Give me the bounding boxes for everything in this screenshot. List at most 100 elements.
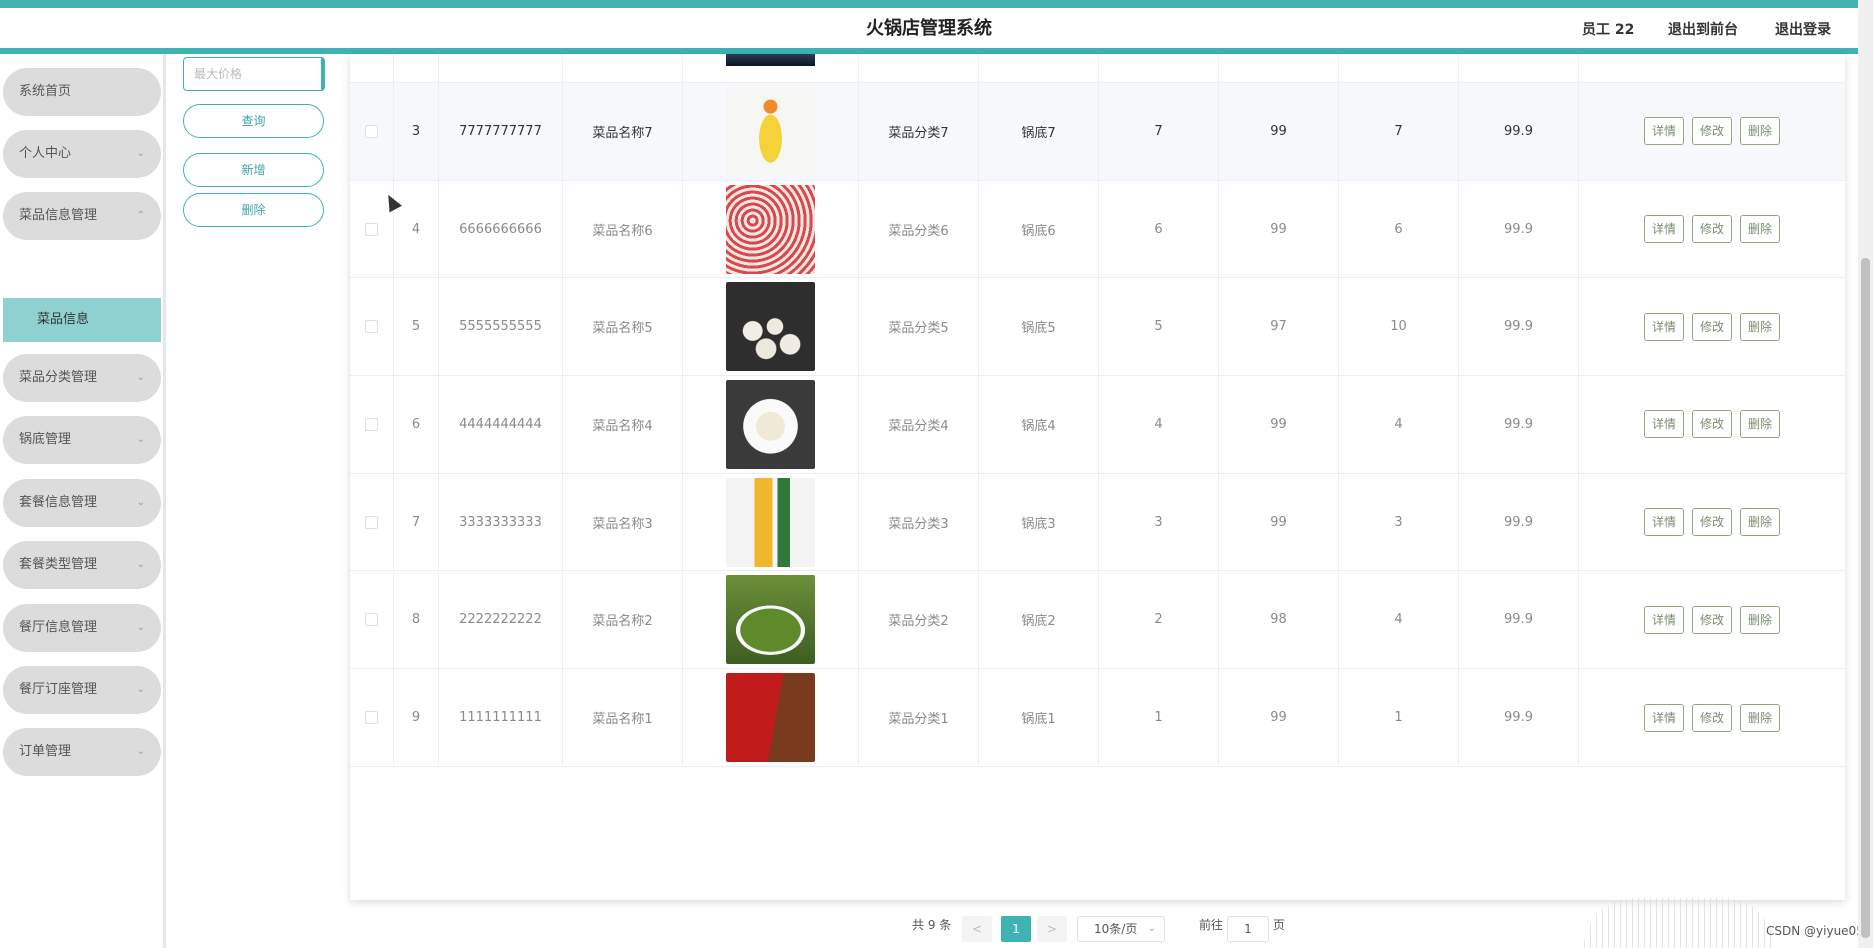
actions-cell: 详情 修改 删除 bbox=[1579, 572, 1845, 669]
cell-pot: 锅底4 bbox=[979, 376, 1099, 473]
chevron-icon: ⌄ bbox=[136, 684, 145, 695]
delete-button[interactable]: 删除 bbox=[1740, 410, 1781, 439]
cell-c3: 1 bbox=[1339, 669, 1459, 766]
cell-c1: 2 bbox=[1099, 571, 1219, 669]
delete-button[interactable]: 删除 bbox=[1740, 215, 1781, 244]
sidebar-item-3[interactable]: 菜品分类管理 ⌄ bbox=[3, 354, 161, 402]
row-checkbox[interactable] bbox=[365, 222, 378, 236]
delete-button[interactable]: 删除 bbox=[1740, 605, 1781, 634]
sidebar: 系统首页 个人中心 ⌄ 菜品信息管理 ⌃ 菜品分类管理 ⌄ 锅底管理 ⌄ 套餐信息管理 ⌄ 套餐类型管… bbox=[0, 54, 166, 948]
actions-cell: 详情 修改 删除 bbox=[1579, 83, 1845, 180]
cell-pot: 锅底2 bbox=[979, 571, 1099, 669]
cell-code: 7777777777 bbox=[439, 83, 563, 180]
cell-c1: 4 bbox=[1099, 376, 1219, 473]
edit-button[interactable]: 修改 bbox=[1691, 215, 1732, 244]
image-cell bbox=[683, 376, 859, 473]
cell-c3: 10 bbox=[1339, 278, 1459, 376]
app-header: 火锅店管理系统 员工 22 退出到前台 退出登录 bbox=[0, 8, 1858, 48]
cell-name: 菜品名称5 bbox=[563, 278, 683, 376]
sidebar-item-7[interactable]: 餐厅信息管理 ⌄ bbox=[3, 604, 161, 652]
sidebar-item-2[interactable]: 菜品信息管理 ⌃ bbox=[3, 192, 161, 240]
cell-code: 6666666666 bbox=[439, 180, 563, 278]
cell-c3: 7 bbox=[1339, 83, 1459, 180]
dish-image bbox=[726, 86, 815, 176]
delete-button[interactable]: 删除 bbox=[1740, 117, 1781, 146]
add-button[interactable]: 新增 bbox=[183, 153, 324, 187]
row-checkbox[interactable] bbox=[365, 320, 378, 334]
cell-category: 菜品分类2 bbox=[859, 571, 979, 669]
detail-button[interactable]: 详情 bbox=[1643, 703, 1684, 732]
edit-button[interactable]: 修改 bbox=[1691, 703, 1732, 732]
detail-button[interactable]: 详情 bbox=[1643, 410, 1684, 439]
sidebar-item-4[interactable]: 锅底管理 ⌄ bbox=[3, 416, 161, 464]
edit-button[interactable]: 修改 bbox=[1691, 605, 1732, 634]
sidebar-item-1[interactable]: 个人中心 ⌄ bbox=[3, 130, 161, 178]
sidebar-item-6[interactable]: 套餐类型管理 ⌄ bbox=[3, 541, 161, 589]
cell-index: 4 bbox=[394, 180, 439, 278]
sidebar-item-label: 菜品分类管理 bbox=[19, 370, 98, 385]
max-price-input[interactable]: 最大价格 bbox=[183, 57, 325, 91]
cell-index: 9 bbox=[394, 669, 439, 766]
image-cell bbox=[683, 571, 859, 669]
detail-button[interactable]: 详情 bbox=[1643, 117, 1684, 146]
exit-to-front-link[interactable]: 退出到前台 bbox=[1668, 19, 1738, 39]
row-checkbox[interactable] bbox=[365, 515, 378, 529]
image-cell bbox=[683, 180, 859, 278]
detail-button[interactable]: 详情 bbox=[1643, 508, 1684, 537]
query-button[interactable]: 查询 bbox=[183, 104, 324, 138]
delete-button[interactable]: 删除 bbox=[1740, 312, 1781, 341]
sidebar-item-label: 套餐类型管理 bbox=[19, 557, 98, 572]
detail-button[interactable]: 详情 bbox=[1643, 312, 1684, 341]
edit-button[interactable]: 修改 bbox=[1691, 410, 1732, 439]
next-page-button[interactable]: > bbox=[1037, 916, 1067, 942]
cell-price: 99.9 bbox=[1459, 278, 1579, 376]
row-checkbox[interactable] bbox=[365, 711, 378, 725]
prev-page-button[interactable]: < bbox=[962, 916, 992, 942]
page-size-select[interactable]: 10条/页 ⌄ bbox=[1077, 916, 1165, 942]
cell-code: 3333333333 bbox=[439, 473, 563, 571]
detail-button[interactable]: 详情 bbox=[1643, 605, 1684, 634]
logout-link[interactable]: 退出登录 bbox=[1775, 19, 1831, 39]
row-checkbox[interactable] bbox=[365, 613, 378, 627]
chevron-icon: ⌄ bbox=[136, 148, 145, 159]
sidebar-item-5[interactable]: 套餐信息管理 ⌄ bbox=[3, 479, 161, 527]
cell-index: 5 bbox=[394, 278, 439, 376]
dish-image bbox=[726, 575, 815, 665]
sidebar-item-label: 锅底管理 bbox=[19, 432, 72, 447]
detail-button[interactable]: 详情 bbox=[1643, 215, 1684, 244]
sidebar-subitem-dish-info[interactable]: 菜品信息 bbox=[3, 298, 161, 342]
actions-cell: 详情 修改 删除 bbox=[1579, 474, 1845, 571]
edit-button[interactable]: 修改 bbox=[1691, 312, 1732, 341]
page-1-button[interactable]: 1 bbox=[1001, 916, 1031, 942]
scrollbar-thumb[interactable] bbox=[1861, 258, 1870, 938]
cell-c2: 99 bbox=[1219, 473, 1339, 571]
sidebar-item-9[interactable]: 订单管理 ⌄ bbox=[3, 728, 161, 776]
goto-page-input[interactable]: 1 bbox=[1227, 916, 1269, 942]
cell-name: 菜品名称6 bbox=[563, 180, 683, 278]
page-size-value: 10条/页 bbox=[1094, 922, 1138, 936]
bulk-delete-button[interactable]: 删除 bbox=[183, 193, 324, 227]
dish-image bbox=[726, 282, 815, 372]
edit-button[interactable]: 修改 bbox=[1691, 508, 1732, 537]
cell-c2: 99 bbox=[1219, 669, 1339, 766]
image-cell bbox=[683, 278, 859, 376]
delete-button[interactable]: 删除 bbox=[1740, 703, 1781, 732]
actions-cell: 详情 修改 删除 bbox=[1579, 376, 1845, 473]
sidebar-item-label: 菜品信息管理 bbox=[19, 208, 98, 223]
cell-name: 菜品名称2 bbox=[563, 571, 683, 669]
cell-index: 8 bbox=[394, 571, 439, 669]
edit-button[interactable]: 修改 bbox=[1691, 117, 1732, 146]
cell-c1: 7 bbox=[1099, 83, 1219, 180]
cell-price: 99.9 bbox=[1459, 669, 1579, 766]
sidebar-item-8[interactable]: 餐厅订座管理 ⌄ bbox=[3, 666, 161, 714]
select-cell bbox=[350, 473, 394, 571]
row-checkbox[interactable] bbox=[365, 417, 378, 431]
cell-c3: 4 bbox=[1339, 571, 1459, 669]
row-checkbox[interactable] bbox=[365, 124, 378, 138]
cell-pot: 锅底1 bbox=[979, 669, 1099, 766]
image-cell bbox=[683, 473, 859, 571]
delete-button[interactable]: 删除 bbox=[1740, 508, 1781, 537]
cell-index: 6 bbox=[394, 376, 439, 473]
sidebar-item-0[interactable]: 系统首页 bbox=[3, 68, 161, 116]
table-row-partial bbox=[350, 54, 1845, 83]
